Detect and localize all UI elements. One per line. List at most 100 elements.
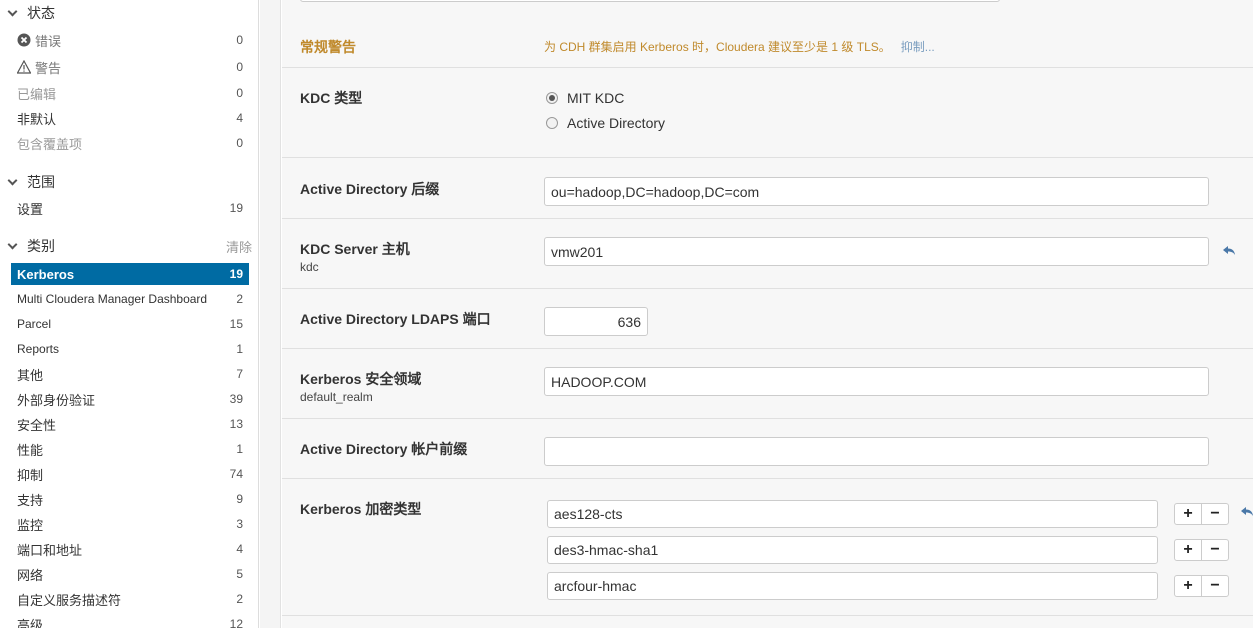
filter-item-label: 网络 [17,567,44,583]
section-status-title: 状态 [27,5,55,21]
ldaps-port-row: Active Directory LDAPS 端口 636 [282,288,1253,348]
filter-item-count: 39 [229,392,243,406]
filter-item-reports[interactable]: Reports 1 [11,338,249,360]
kerberos-realm-row: Kerberos 安全领域 default_realm HADOOP.COM [282,348,1253,418]
filter-item-count: 0 [236,33,243,47]
filter-item-label: 错误 [35,33,62,49]
filter-item-performance[interactable]: 性能 1 [11,438,249,460]
filter-item-external-auth[interactable]: 外部身份验证 39 [11,388,249,410]
kdc-type-row: KDC 类型 MIT KDC Active Directory [282,67,1253,157]
filter-item-count: 74 [229,467,243,481]
filter-item-label: 监控 [17,517,44,533]
warning-message: 为 CDH 群集启用 Kerberos 时，Cloudera 建议至少是 1 级… [544,38,935,55]
filter-item-advanced[interactable]: 高级 12 [11,613,249,628]
filter-item-label: 其他 [17,367,44,383]
filter-item-count: 12 [229,617,243,628]
warning-text: 为 CDH 群集启用 Kerberos 时，Cloudera 建议至少是 1 级… [544,40,891,54]
filter-item-other[interactable]: 其他 7 [11,363,249,385]
ad-account-prefix-row: Active Directory 帐户前缀 [282,418,1253,478]
section-scope-title: 范围 [27,174,55,190]
remove-button[interactable]: − [1202,576,1228,596]
filter-item-count: 13 [229,417,243,431]
error-icon [17,33,31,47]
filter-item-count: 4 [236,542,243,556]
filter-item-custom-service-descriptor[interactable]: 自定义服务描述符 2 [11,588,249,610]
add-button[interactable]: + [1175,504,1202,524]
filter-item-support[interactable]: 支持 9 [11,488,249,510]
warning-title: 常规警告 [300,39,356,55]
kerberos-enc-types-row: Kerberos 加密类型 aes128-cts + − des3-hmac-s… [282,478,1253,616]
general-warning-row: 常规警告 为 CDH 群集启用 Kerberos 时，Cloudera 建议至少… [282,0,1253,67]
chevron-down-icon [8,8,18,18]
undo-icon[interactable] [1222,245,1236,257]
filter-item-suppression[interactable]: 抑制 74 [11,463,249,485]
filter-item-label: Reports [17,342,60,356]
filter-item-network[interactable]: 网络 5 [11,563,249,585]
ldaps-port-input[interactable]: 636 [544,307,648,336]
filter-item-multi-cm-dashboard[interactable]: Multi Cloudera Manager Dashboard 2 [11,288,249,310]
enc-type-input[interactable]: des3-hmac-sha1 [547,536,1158,564]
filter-item-error[interactable]: 错误 0 [11,29,249,51]
ad-account-prefix-label: Active Directory 帐户前缀 [300,441,468,457]
section-status-header[interactable]: 状态 [8,3,55,23]
filter-item-count: 0 [236,136,243,150]
ad-account-prefix-input[interactable] [544,437,1209,466]
filter-item-count: 1 [236,442,243,456]
kdc-server-property-name: kdc [300,260,319,274]
filter-item-count: 0 [236,86,243,100]
ldaps-port-label: Active Directory LDAPS 端口 [300,311,491,327]
filter-item-count: 2 [236,592,243,606]
filter-item-label: 抑制 [17,467,44,483]
filter-item-has-overrides[interactable]: 包含覆盖项 0 [11,132,249,154]
add-button[interactable]: + [1175,540,1202,560]
filter-item-kerberos[interactable]: Kerberos 19 [11,263,249,285]
kdc-server-label: KDC Server 主机 [300,241,410,257]
kerberos-realm-label: Kerberos 安全领域 [300,371,422,387]
filter-item-count: 9 [236,492,243,506]
filter-item-count: 19 [229,267,243,281]
filter-item-security[interactable]: 安全性 13 [11,413,249,435]
filter-item-label: 警告 [35,60,62,76]
enc-type-input[interactable]: arcfour-hmac [547,572,1158,600]
kerberos-realm-input[interactable]: HADOOP.COM [544,367,1209,396]
filter-item-non-default[interactable]: 非默认 4 [11,107,249,129]
remove-button[interactable]: − [1202,540,1228,560]
section-category-header[interactable]: 类别 清除 [8,236,252,256]
filter-item-count: 7 [236,367,243,381]
section-scope-header[interactable]: 范围 [8,172,55,192]
filter-item-label: Kerberos [17,266,75,282]
filter-item-label: Multi Cloudera Manager Dashboard [17,292,208,306]
enc-type-input[interactable]: aes128-cts [547,500,1158,528]
filter-item-label: 非默认 [17,111,57,127]
filter-item-count: 4 [236,111,243,125]
chevron-down-icon [8,241,18,251]
filter-item-label: 高级 [17,617,44,628]
filter-item-label: 安全性 [17,417,57,433]
filter-item-count: 15 [229,317,243,331]
kdc-type-label: KDC 类型 [300,90,363,106]
radio-active-directory[interactable]: Active Directory [546,115,665,131]
filter-item-label: 包含覆盖项 [17,136,83,152]
add-button[interactable]: + [1175,576,1202,596]
settings-panel: 常规警告 为 CDH 群集启用 Kerberos 时，Cloudera 建议至少… [282,0,1253,628]
remove-button[interactable]: − [1202,504,1228,524]
ad-suffix-input[interactable]: ou=hadoop,DC=hadoop,DC=com [544,177,1209,206]
undo-icon[interactable] [1240,506,1253,518]
filter-item-parcel[interactable]: Parcel 15 [11,313,249,335]
filter-item-warning[interactable]: 警告 0 [11,56,249,78]
filter-item-edited[interactable]: 已编辑 0 [11,82,249,104]
radio-unchecked-icon [546,117,558,129]
section-category-title: 类别 [27,238,55,254]
suppress-link[interactable]: 抑制... [901,40,935,54]
clear-filter-link[interactable]: 清除 [226,237,252,256]
filter-item-ports-addresses[interactable]: 端口和地址 4 [11,538,249,560]
filter-item-label: 设置 [17,201,44,217]
filter-item-label: 性能 [17,442,44,458]
filter-item-settings[interactable]: 设置 19 [11,197,249,219]
ad-suffix-label: Active Directory 后缀 [300,181,440,197]
filter-item-monitoring[interactable]: 监控 3 [11,513,249,535]
kdc-server-input[interactable]: vmw201 [544,237,1209,266]
radio-mit-kdc[interactable]: MIT KDC [546,90,624,106]
filter-item-count: 0 [236,60,243,74]
filter-item-label: Parcel [17,317,52,331]
